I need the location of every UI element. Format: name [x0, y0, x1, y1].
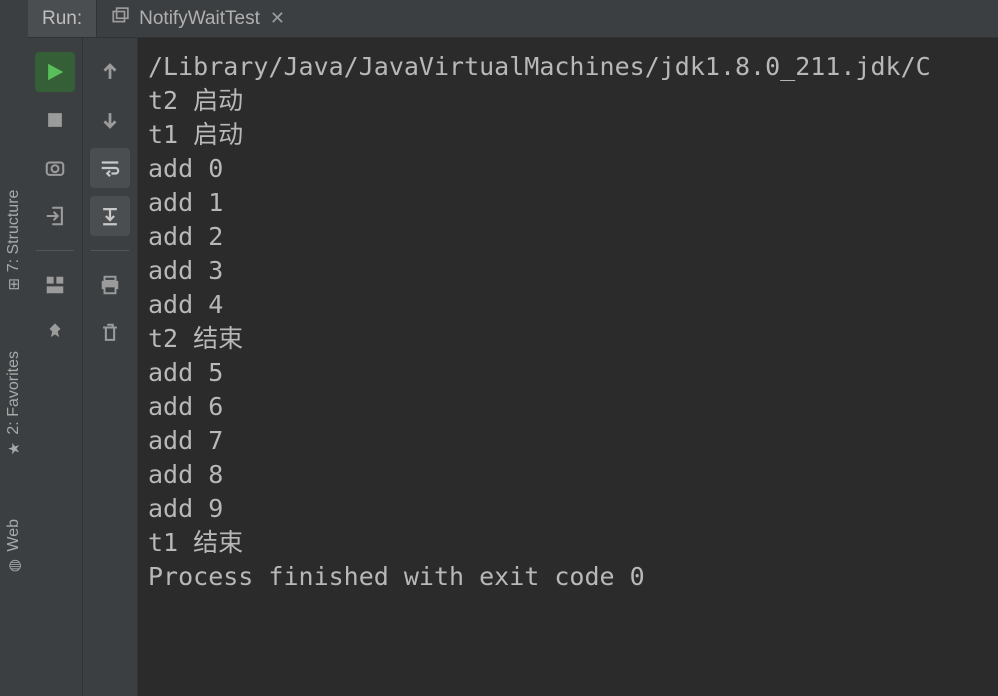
exit-button[interactable]: [35, 196, 75, 236]
structure-icon: ⊞: [8, 276, 21, 294]
toolbar-col-1: [28, 38, 83, 696]
side-tool-gutter: ⊞ 7: Structure ★ 2: Favorites ◍ Web: [0, 0, 28, 696]
scroll-to-end-button[interactable]: [90, 196, 130, 236]
stop-button[interactable]: [35, 100, 75, 140]
console-line: add 6: [148, 390, 998, 424]
print-button[interactable]: [90, 265, 130, 305]
layout-button[interactable]: [35, 265, 75, 305]
console-line: t2 启动: [148, 84, 998, 118]
restore-layout-icon: [111, 7, 129, 31]
star-icon: ★: [5, 441, 23, 459]
console-line: add 1: [148, 186, 998, 220]
console-line: add 7: [148, 424, 998, 458]
body-row: /Library/Java/JavaVirtualMachines/jdk1.8…: [28, 38, 998, 696]
console-output[interactable]: /Library/Java/JavaVirtualMachines/jdk1.8…: [138, 38, 998, 696]
console-line: add 9: [148, 492, 998, 526]
divider: [36, 250, 74, 251]
tab-run-config[interactable]: NotifyWaitTest ✕: [97, 0, 299, 37]
soft-wrap-button[interactable]: [90, 148, 130, 188]
console-line: add 4: [148, 288, 998, 322]
dump-threads-button[interactable]: [35, 148, 75, 188]
globe-icon: ◍: [5, 557, 23, 575]
console-line: add 0: [148, 152, 998, 186]
tab-header: Run: NotifyWaitTest ✕: [28, 0, 998, 38]
run-label: Run:: [28, 0, 97, 37]
clear-all-button[interactable]: [90, 313, 130, 353]
console-line: t2 结束: [148, 322, 998, 356]
up-stack-button[interactable]: [90, 52, 130, 92]
divider: [91, 250, 129, 251]
side-tab-structure[interactable]: ⊞ 7: Structure: [5, 190, 23, 291]
console-line: /Library/Java/JavaVirtualMachines/jdk1.8…: [148, 50, 998, 84]
console-line: add 2: [148, 220, 998, 254]
close-icon[interactable]: ✕: [270, 8, 285, 29]
console-line: t1 结束: [148, 526, 998, 560]
pin-button[interactable]: [35, 313, 75, 353]
down-stack-button[interactable]: [90, 100, 130, 140]
side-tab-web[interactable]: ◍ Web: [5, 519, 23, 576]
console-line: t1 启动: [148, 118, 998, 152]
console-line: add 8: [148, 458, 998, 492]
console-line: add 5: [148, 356, 998, 390]
console-line: Process finished with exit code 0: [148, 560, 998, 594]
side-tab-label: Web: [5, 519, 23, 552]
tab-label: NotifyWaitTest: [139, 8, 260, 30]
run-tool-window: Run: NotifyWaitTest ✕: [28, 0, 998, 696]
console-line: add 3: [148, 254, 998, 288]
rerun-button[interactable]: [35, 52, 75, 92]
side-tab-label: 7: Structure: [5, 190, 23, 273]
side-tab-favorites[interactable]: ★ 2: Favorites: [5, 351, 23, 459]
toolbar-col-2: [83, 38, 138, 696]
side-tab-label: 2: Favorites: [5, 351, 23, 435]
